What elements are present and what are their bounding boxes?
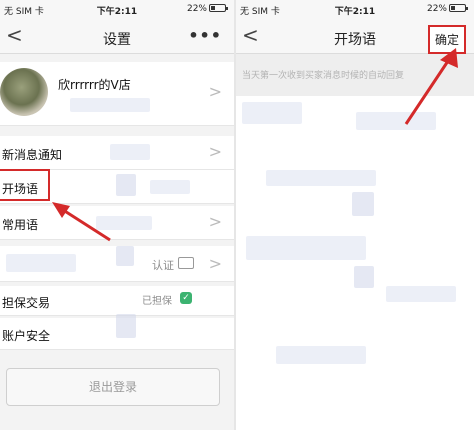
- pointer-arrow-icon: [52, 202, 111, 242]
- blurred-text: [266, 170, 376, 186]
- battery-icon: [449, 4, 468, 12]
- chevron-right-icon: >: [208, 212, 222, 231]
- profile-row[interactable]: 欣rrrrrr的V店 >: [0, 62, 234, 126]
- blurred-info: [150, 180, 190, 194]
- security-row[interactable]: 账户安全: [0, 314, 234, 350]
- blurred-text: [246, 236, 366, 260]
- settings-screen: 无 SIM 卡 下午2:11 22% < 设置 ••• 欣rrrrrr的V店 >…: [0, 0, 234, 430]
- blurred-text: [242, 102, 302, 124]
- phrases-label: 常用语: [2, 218, 39, 232]
- battery-icon: [209, 4, 228, 12]
- escrow-label: 担保交易: [2, 296, 51, 310]
- blurred-info: [110, 144, 150, 160]
- chevron-right-icon: >: [208, 254, 222, 273]
- blurred-info: [6, 254, 76, 272]
- message-input-area[interactable]: [236, 96, 474, 430]
- pointer-arrow-icon: [404, 48, 458, 125]
- escrow-row[interactable]: 担保交易 已担保 ✓: [0, 286, 234, 316]
- chevron-right-icon: >: [208, 82, 222, 101]
- escrow-status: 已担保: [142, 296, 172, 307]
- more-icon[interactable]: •••: [188, 26, 222, 45]
- shop-name: 欣rrrrrr的V店: [58, 78, 131, 92]
- blurred-info: [116, 246, 134, 266]
- blurred-info: [116, 174, 136, 196]
- blurred-text: [386, 286, 456, 302]
- blurred-info: [70, 98, 150, 112]
- blurred-info: [116, 314, 136, 338]
- check-icon: ✓: [180, 292, 192, 304]
- logout-button[interactable]: 退出登录: [6, 368, 220, 406]
- battery-percent: 22%: [186, 4, 207, 14]
- notify-row[interactable]: 新消息通知 >: [0, 136, 234, 170]
- blurred-text: [276, 346, 366, 364]
- nav-bar: < 设置 •••: [0, 20, 234, 54]
- status-bar: 无 SIM 卡 下午2:11 22%: [0, 0, 234, 20]
- chevron-right-icon: >: [208, 142, 222, 161]
- id-card-icon: [178, 257, 194, 269]
- notify-label: 新消息通知: [2, 148, 63, 162]
- security-label: 账户安全: [2, 329, 51, 343]
- battery-indicator: 22%: [186, 4, 228, 14]
- blurred-text: [354, 266, 374, 288]
- status-bar: 无 SIM 卡 下午2:11 22%: [236, 0, 474, 20]
- avatar: [0, 68, 48, 116]
- certify-label: 认证: [152, 259, 174, 272]
- greeting-screen: 无 SIM 卡 下午2:11 22% < 开场语 确定 当天第一次收到买家消息时…: [236, 0, 474, 430]
- battery-indicator: 22%: [426, 4, 468, 14]
- certify-row[interactable]: 认证 >: [0, 246, 234, 282]
- blurred-text: [352, 192, 374, 216]
- battery-percent: 22%: [426, 4, 447, 14]
